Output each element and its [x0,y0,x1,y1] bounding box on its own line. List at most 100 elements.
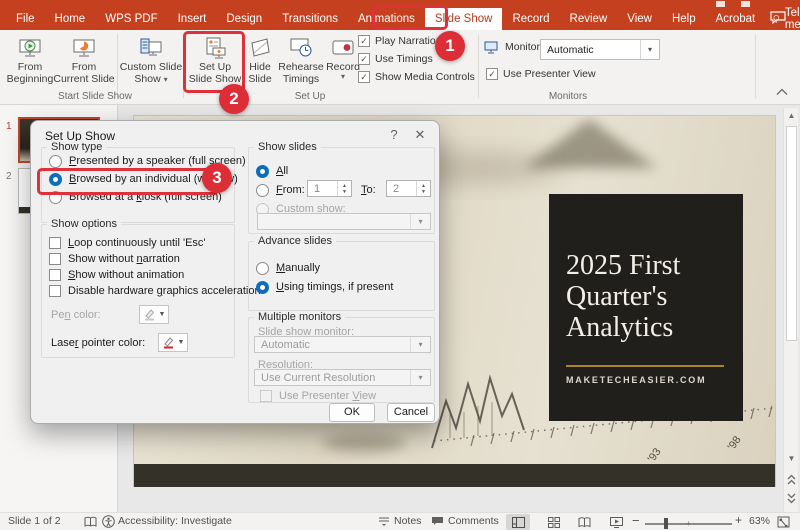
set-up-slide-show-button[interactable]: Set Up Slide Show [187,33,243,85]
radio-manually[interactable]: Manually [256,260,320,276]
hide-slide-button[interactable]: Hide Slide [244,33,276,85]
collapse-ribbon-icon[interactable] [776,88,788,96]
tab-home[interactable]: Home [45,8,96,30]
status-bar: Slide 1 of 2 Accessibility: Investigate … [0,512,800,530]
checkbox-check-icon: ✓ [486,68,498,80]
tab-file[interactable]: File [6,8,45,30]
tab-slide-show[interactable]: Slide Show [425,8,503,30]
dropdown-arrow-icon[interactable]: ▾ [640,40,659,59]
tab-transitions[interactable]: Transitions [272,8,348,30]
slide-show-view-icon [610,517,623,528]
dialog-close-button[interactable]: ✕ [409,127,431,143]
checkbox-loop-continuously[interactable]: Loop continuously until 'Esc' [49,235,206,251]
checkbox-check-icon: ✓ [358,71,370,83]
window-control-icon[interactable] [741,1,750,7]
slide-show-monitor-select[interactable]: Automatic ▾ [254,336,431,353]
from-slide-spinner[interactable]: 1 ▲▼ [307,180,352,197]
radio-from-slides[interactable]: From: [256,182,305,198]
slide-footer-bar [134,464,775,487]
show-media-controls-checkbox[interactable]: ✓ Show Media Controls [358,71,475,83]
radio-using-timings[interactable]: Using timings, if present [256,279,393,295]
tab-acrobat[interactable]: Acrobat [706,8,766,30]
spellcheck-book-icon[interactable] [84,516,97,528]
ribbon: From Beginning From Current Slide Custom… [0,30,800,105]
scroll-up-icon[interactable]: ▲ [786,111,797,120]
custom-show-select[interactable]: ▾ [257,213,431,230]
monitor-select[interactable]: Automatic ▾ [540,39,660,60]
radio-icon [256,262,269,275]
spinner-arrows-icon[interactable]: ▲▼ [416,181,430,196]
zoom-out-button[interactable]: − [632,513,640,528]
vertical-scrollbar[interactable]: ▲ ▼ [783,108,798,512]
ok-button[interactable]: OK [329,403,375,422]
annotation-step-3: 3 [202,163,232,193]
laser-pointer-color-picker[interactable]: ▼ [158,333,188,352]
slide-show-view-button[interactable] [604,514,628,530]
show-type-label: Show type [47,141,106,153]
checkbox-disable-hardware-acceleration[interactable]: Disable hardware graphics acceleration [49,283,261,299]
slide-sorter-view-button[interactable] [542,514,566,530]
notes-button[interactable]: Notes [378,515,421,527]
slide-title-block[interactable]: 2025 First Quarter's Analytics MAKETECHE… [549,194,743,421]
resolution-select[interactable]: Use Current Resolution ▾ [254,369,431,386]
zoom-slider-thumb[interactable] [664,518,668,529]
zoom-level[interactable]: 63% [749,515,770,527]
use-presenter-view-checkbox[interactable]: ✓ Use Presenter View [486,68,596,80]
normal-view-button[interactable] [506,514,530,530]
to-label: To: [361,182,376,198]
chat-icon[interactable] [770,11,786,24]
from-current-slide-button[interactable]: From Current Slide [54,33,114,85]
website-label: MAKETECHEASIER.COM [566,375,706,385]
play-narrations-checkbox[interactable]: ✓ Play Narrations [358,35,447,47]
checkbox-icon [49,269,61,281]
tab-record[interactable]: Record [502,8,559,30]
to-slide-spinner[interactable]: 2 ▲▼ [386,180,431,197]
radio-browsed-at-kiosk[interactable]: Browsed at a kiosk (full screen) [49,189,222,205]
pen-color-picker[interactable]: ▼ [139,305,169,324]
checkbox-label: Use Presenter View [503,68,596,80]
tab-insert[interactable]: Insert [168,8,217,30]
laser-pointer-color-label: Laser pointer color: [51,335,145,351]
scrollbar-thumb[interactable] [786,126,797,341]
radio-all-slides[interactable]: All [256,163,288,179]
spinner-arrows-icon[interactable]: ▲▼ [337,181,351,196]
dropdown-arrow-icon: ▾ [410,337,430,352]
tab-wps-pdf[interactable]: WPS PDF [95,8,167,30]
checkbox-use-presenter-view[interactable]: Use Presenter View [260,388,376,404]
checkbox-label: Show Media Controls [375,71,475,83]
tab-animations[interactable]: Animations [348,8,425,30]
gold-divider-line [566,365,724,367]
comments-button[interactable]: Comments [431,515,499,527]
tab-design[interactable]: Design [216,8,272,30]
use-timings-checkbox[interactable]: ✓ Use Timings [358,53,433,65]
checkbox-show-without-animation[interactable]: Show without animation [49,267,184,283]
tab-view[interactable]: View [617,8,662,30]
next-slide-icon[interactable] [787,492,796,504]
custom-slide-show-icon [138,33,164,61]
fit-slide-to-window-icon[interactable] [777,516,790,528]
custom-slide-show-button[interactable]: Custom Slide Show ▾ [120,33,182,85]
radio-selected-icon [256,165,269,178]
zoom-slider-center-tick: + [686,519,691,528]
hide-slide-icon [247,33,273,61]
rehearse-timings-icon [288,33,314,61]
cancel-button[interactable]: Cancel [387,403,435,422]
accessibility-status[interactable]: Accessibility: Investigate [118,515,232,527]
dialog-help-button[interactable]: ? [383,127,405,142]
slide-title-line: 2025 First [566,250,743,281]
reading-view-button[interactable] [572,514,596,530]
scroll-down-icon[interactable]: ▼ [786,454,797,463]
zoom-in-button[interactable]: + [735,513,742,527]
tab-review[interactable]: Review [560,8,618,30]
reading-view-icon [578,517,591,528]
from-beginning-button[interactable]: From Beginning [6,33,54,85]
window-restore-icon[interactable] [716,1,725,7]
previous-slide-icon[interactable] [787,474,796,486]
record-button[interactable]: Record ▾ [325,33,361,81]
tab-help[interactable]: Help [662,8,706,30]
checkbox-show-without-narration[interactable]: Show without narration [49,251,180,267]
resolution-value: Use Current Resolution [255,372,410,384]
play-from-beginning-icon [17,33,43,61]
rehearse-timings-button[interactable]: Rehearse Timings [277,33,325,85]
accessibility-icon[interactable] [102,515,115,528]
